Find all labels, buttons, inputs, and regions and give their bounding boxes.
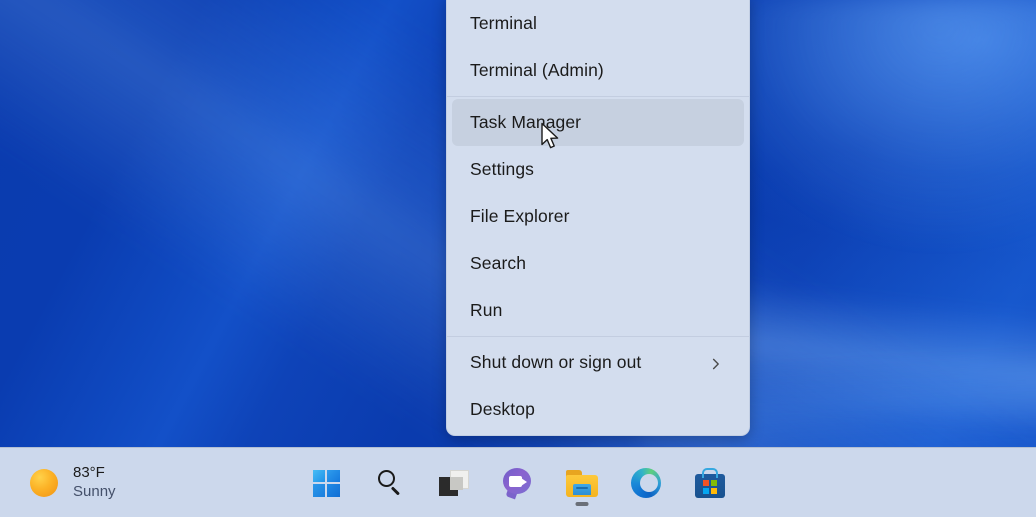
task-view-icon (439, 470, 469, 496)
folder-icon (566, 469, 598, 497)
search-icon (376, 469, 404, 497)
search-button[interactable] (366, 459, 414, 507)
screen: Terminal Terminal (Admin) Task Manager S… (0, 0, 1036, 517)
sun-icon (30, 469, 58, 497)
chat-video-icon (503, 468, 533, 500)
menu-item-task-manager[interactable]: Task Manager (452, 99, 744, 146)
menu-item-shut-down-or-sign-out[interactable]: Shut down or sign out (452, 339, 744, 386)
menu-item-label: Settings (470, 158, 535, 179)
weather-condition: Sunny (73, 483, 116, 500)
menu-item-search[interactable]: Search (452, 240, 744, 287)
running-indicator (575, 502, 589, 506)
menu-separator-2 (447, 336, 749, 337)
menu-separator-1 (447, 96, 749, 97)
menu-item-label: Terminal (Admin) (470, 59, 604, 80)
menu-group-terminal: Terminal Terminal (Admin) (447, 0, 749, 94)
task-view-button[interactable] (430, 459, 478, 507)
menu-item-settings[interactable]: Settings (452, 146, 744, 193)
menu-item-label: File Explorer (470, 205, 570, 226)
weather-widget[interactable]: 83°F Sunny (20, 457, 126, 509)
menu-item-terminal-admin[interactable]: Terminal (Admin) (452, 47, 744, 94)
edge-icon (631, 468, 661, 498)
menu-item-desktop[interactable]: Desktop (452, 386, 744, 433)
store-button[interactable] (686, 459, 734, 507)
menu-item-label: Shut down or sign out (470, 351, 642, 372)
chat-button[interactable] (494, 459, 542, 507)
win-x-quick-link-menu[interactable]: Terminal Terminal (Admin) Task Manager S… (446, 0, 750, 436)
chevron-right-icon (710, 357, 722, 369)
weather-text: 83°F Sunny (73, 464, 116, 502)
store-bag-icon (695, 468, 725, 498)
menu-item-label: Terminal (470, 12, 537, 33)
menu-item-file-explorer[interactable]: File Explorer (452, 193, 744, 240)
menu-item-terminal[interactable]: Terminal (452, 0, 744, 47)
menu-item-run[interactable]: Run (452, 287, 744, 334)
menu-group-power: Shut down or sign out Desktop (447, 339, 749, 433)
edge-button[interactable] (622, 459, 670, 507)
file-explorer-button[interactable] (558, 459, 606, 507)
taskbar: 83°F Sunny (0, 447, 1036, 517)
start-button[interactable] (302, 459, 350, 507)
windows-logo-icon (312, 469, 340, 497)
taskbar-center-buttons (0, 448, 1036, 517)
menu-group-system: Task Manager Settings File Explorer Sear… (447, 99, 749, 334)
weather-temperature: 83°F (73, 464, 105, 482)
wallpaper-glow-top-right (700, 0, 1036, 250)
menu-item-label: Run (470, 299, 503, 320)
menu-item-label: Task Manager (470, 111, 582, 132)
menu-item-label: Search (470, 252, 527, 273)
menu-item-label: Desktop (470, 398, 535, 419)
